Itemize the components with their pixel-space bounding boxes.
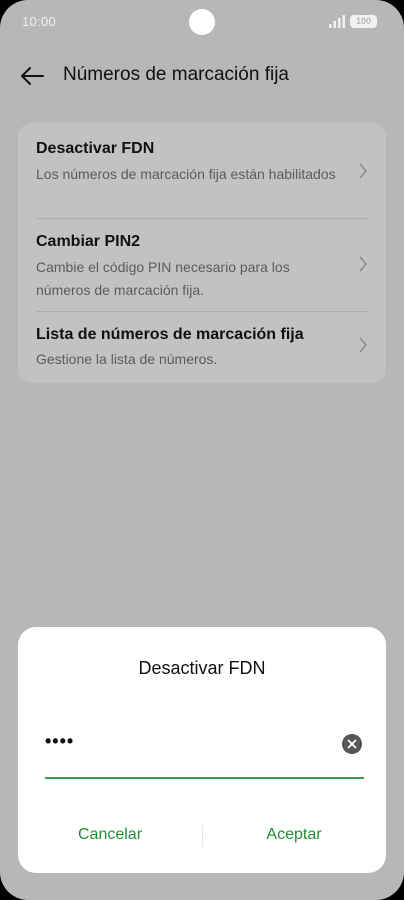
setting-item-title: Cambiar PIN2 xyxy=(36,233,141,250)
settings-card: Desactivar FDN Los números de marcación … xyxy=(18,123,386,383)
setting-item-fdn-list[interactable]: Lista de números de marcación fija Gesti… xyxy=(18,312,386,383)
page-title: Números de marcación fija xyxy=(63,64,289,85)
chevron-right-icon xyxy=(359,163,368,179)
setting-item-change-pin2[interactable]: Cambiar PIN2 Cambie el código PIN necesa… xyxy=(18,219,386,311)
status-bar: 10:00 100 xyxy=(0,0,404,44)
back-arrow-icon xyxy=(21,67,44,85)
chevron-right-icon xyxy=(359,337,368,353)
clear-input-button[interactable] xyxy=(342,734,362,754)
battery-icon: 100 xyxy=(350,15,377,28)
chevron-right-icon xyxy=(359,256,368,272)
setting-item-disable-fdn[interactable]: Desactivar FDN Los números de marcación … xyxy=(18,123,386,218)
accept-button[interactable]: Aceptar xyxy=(224,823,364,847)
setting-item-description: Los números de marcación fija están habi… xyxy=(36,166,336,182)
cancel-button[interactable]: Cancelar xyxy=(40,823,180,847)
status-time: 10:00 xyxy=(22,14,57,29)
setting-item-title: Desactivar FDN xyxy=(36,140,155,157)
clear-icon xyxy=(347,739,357,749)
button-divider xyxy=(202,825,203,847)
pin2-input[interactable]: •••• xyxy=(45,731,325,759)
front-camera xyxy=(189,9,215,35)
disable-fdn-dialog: Desactivar FDN •••• Cancelar Aceptar xyxy=(18,627,386,873)
setting-item-description: Cambie el código PIN necesario para los … xyxy=(36,259,290,298)
back-button[interactable] xyxy=(17,62,47,90)
phone-screen: 10:00 100 Números de marcación fija Desa… xyxy=(0,0,404,900)
setting-item-description: Gestione la lista de números. xyxy=(36,351,218,367)
input-underline xyxy=(45,777,364,779)
setting-item-title: Lista de números de marcación fija xyxy=(36,326,304,343)
dialog-title: Desactivar FDN xyxy=(138,658,266,678)
signal-icon xyxy=(329,15,345,28)
